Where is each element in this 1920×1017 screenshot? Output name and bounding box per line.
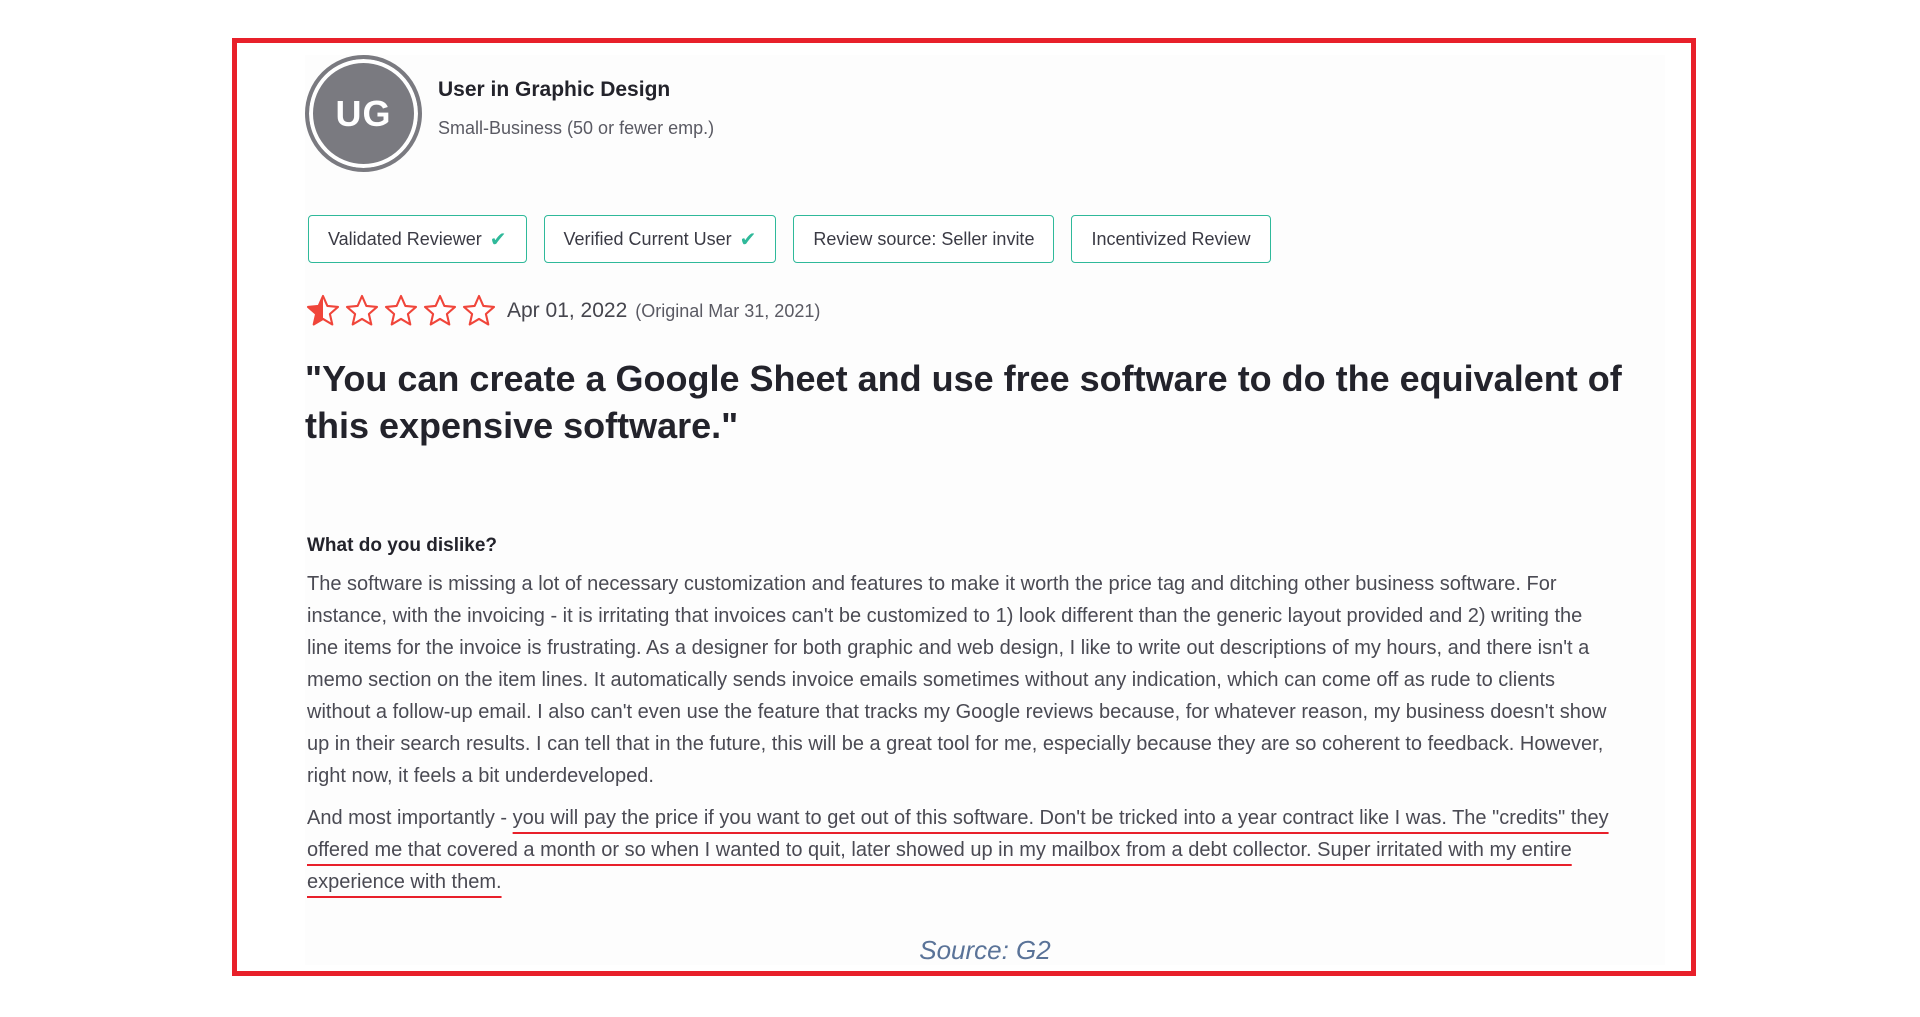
- paragraph-lead: And most importantly -: [307, 807, 513, 829]
- dislike-paragraph-important: And most importantly - you will pay the …: [307, 802, 1612, 898]
- star-empty-icon: [384, 294, 418, 326]
- dislike-paragraph: The software is missing a lot of necessa…: [307, 573, 1607, 787]
- star-empty-icon: [345, 294, 379, 326]
- badge-verified-current-user[interactable]: Verified Current User ✔: [543, 215, 777, 263]
- review-badges: Validated Reviewer ✔ Verified Current Us…: [308, 215, 1271, 263]
- check-icon: ✔: [739, 228, 757, 251]
- review-date: Apr 01, 2022: [507, 299, 628, 322]
- badge-label: Review source: Seller invite: [813, 228, 1035, 249]
- badge-incentivized-review[interactable]: Incentivized Review: [1071, 215, 1271, 263]
- check-icon: ✔: [489, 228, 507, 251]
- star-empty-icon: [462, 294, 496, 326]
- badge-label: Validated Reviewer: [328, 228, 482, 249]
- star-empty-icon: [423, 294, 457, 326]
- reviewer-company-size: Small-Business (50 or fewer emp.): [438, 118, 715, 138]
- rating-row: Apr 01, 2022 (Original Mar 31, 2021): [305, 293, 820, 329]
- badge-label: Incentivized Review: [1091, 228, 1251, 249]
- original-date: (Original Mar 31, 2021): [635, 300, 821, 321]
- reviewer-header: UG User in Graphic Design Small-Business…: [305, 55, 714, 172]
- badge-validated-reviewer[interactable]: Validated Reviewer ✔: [308, 215, 527, 263]
- reviewer-name[interactable]: User in Graphic Design: [438, 78, 714, 102]
- avatar-initials: UG: [335, 92, 392, 134]
- badge-label: Verified Current User: [563, 228, 732, 249]
- dislike-heading: What do you dislike?: [307, 535, 498, 556]
- review-card: UG User in Graphic Design Small-Business…: [305, 55, 1665, 965]
- badge-review-source[interactable]: Review source: Seller invite: [793, 215, 1055, 263]
- source-caption: Source: G2: [919, 935, 1051, 965]
- review-title: "You can create a Google Sheet and use f…: [305, 358, 1622, 446]
- star-rating: [305, 293, 497, 329]
- reviewer-info: User in Graphic Design Small-Business (5…: [438, 78, 714, 139]
- highlight-frame: UG User in Graphic Design Small-Business…: [232, 38, 1696, 976]
- star-half-icon: [306, 294, 340, 326]
- dislike-body: The software is missing a lot of necessa…: [307, 568, 1612, 898]
- avatar[interactable]: UG: [305, 55, 422, 172]
